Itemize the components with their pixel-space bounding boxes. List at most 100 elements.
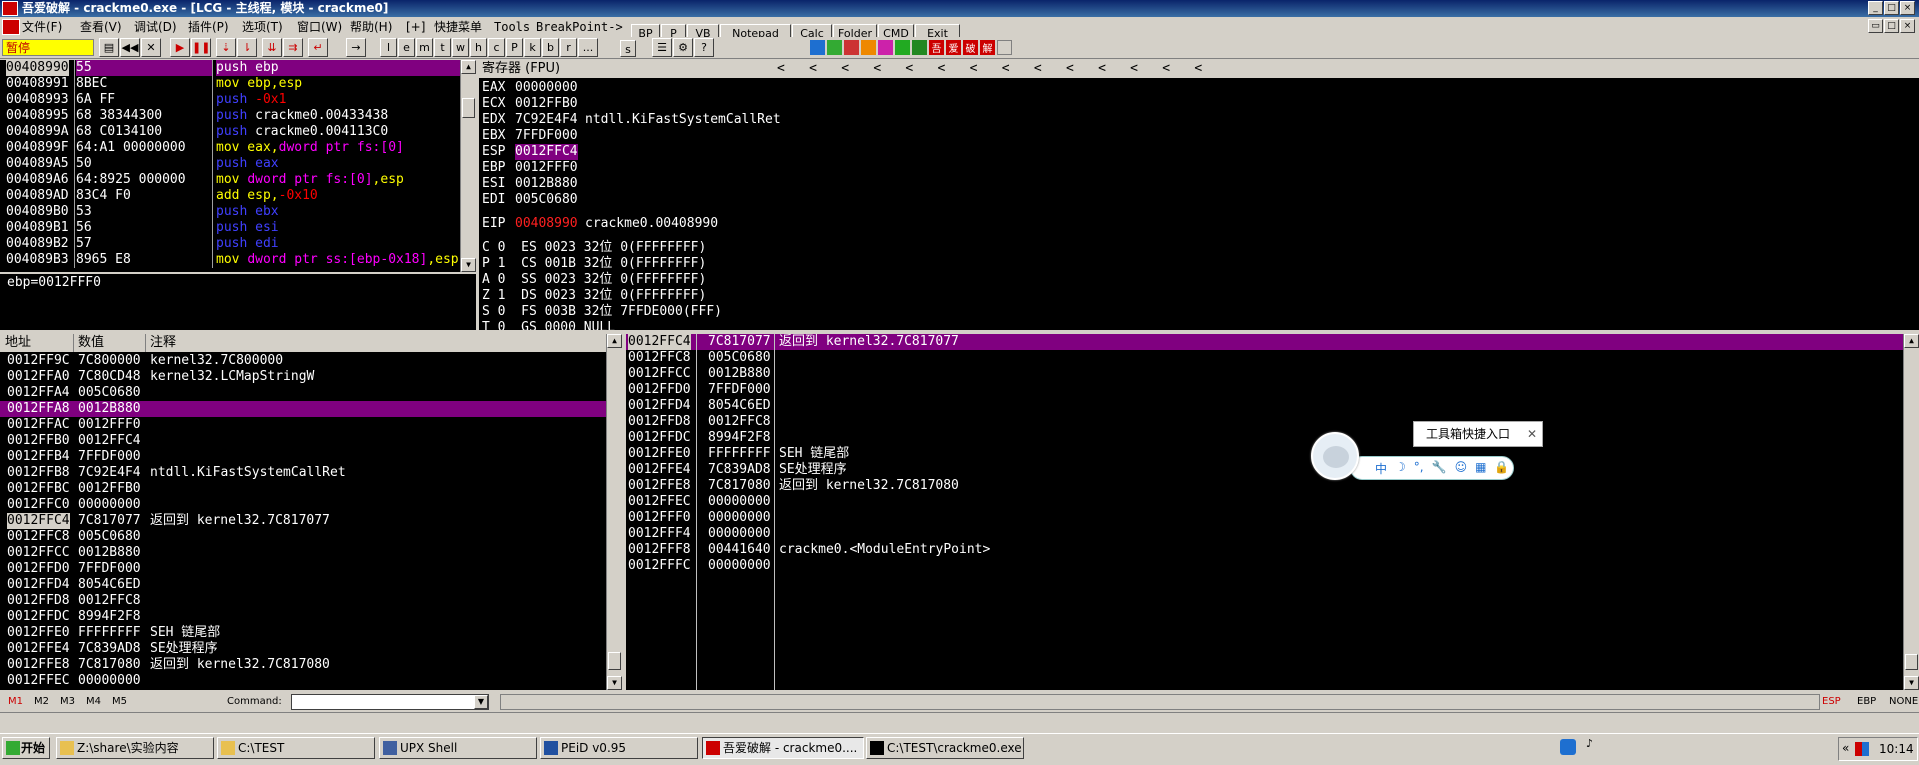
execute-till-return-icon[interactable]: ↵ (308, 38, 328, 57)
ime-wrench-icon[interactable]: 🔧 (1432, 460, 1447, 477)
settings-icon[interactable]: ⚙ (673, 38, 693, 57)
register-nav-arrows[interactable]: < < < < < < < < < < < < < < (777, 61, 1202, 77)
plugin-icon[interactable]: 解 (980, 40, 995, 55)
dump-row[interactable]: 0012FFC8 005C0680 (0, 529, 606, 545)
trace-over-icon[interactable]: ⇉ (283, 38, 303, 57)
stack-scrollbar[interactable]: ▲ ▼ (1903, 334, 1919, 690)
run-icon[interactable]: ▶ (170, 38, 190, 57)
cpu-button[interactable]: c (488, 38, 505, 57)
list-icon[interactable]: ☰ (652, 38, 672, 57)
dump-row[interactable]: 0012FFA4 005C0680 (0, 385, 606, 401)
plugin-icon[interactable] (878, 40, 893, 55)
stack-pane[interactable]: 0012FFC4 7C817077 返回到 kernel32.7C817077 001… (626, 334, 1903, 690)
trace-into-icon[interactable]: ⇊ (262, 38, 282, 57)
register-value[interactable]: 005C0680 (515, 192, 578, 208)
stack-row[interactable]: 0012FFD8 0012FFC8 (626, 414, 1903, 430)
start-button[interactable]: 开始 (2, 737, 50, 759)
registers-pane[interactable]: 寄存器 (FPU) < < < < < < < < < < < < < < EA… (479, 60, 1919, 330)
stack-row[interactable]: 0012FFCC 0012B880 (626, 366, 1903, 382)
menu-view[interactable]: 查看(V) (80, 17, 122, 37)
dump-row[interactable]: 0012FFB4 7FFDF000 (0, 449, 606, 465)
help-icon[interactable]: ? (694, 38, 714, 57)
register-value[interactable]: 7FFDF000 (515, 128, 578, 144)
stack-row[interactable]: 0012FFD4 8054C6ED (626, 398, 1903, 414)
menu-breakpoint[interactable]: BreakPoint-> (536, 17, 623, 37)
flag-row[interactable]: T 0 GS 0000 NULL (479, 320, 1919, 330)
run-trace-button[interactable]: ... (578, 38, 598, 57)
step-over-icon[interactable]: ⇂ (237, 38, 257, 57)
menu-file[interactable]: 文件(F) (22, 17, 62, 37)
register-value[interactable]: 0012FFF0 (515, 160, 578, 176)
ebp-reg-button[interactable]: EBP (1857, 692, 1876, 712)
m1-tab[interactable]: M1 (8, 692, 23, 712)
command-dropdown-icon[interactable]: ▼ (474, 695, 488, 709)
references-button[interactable]: r (560, 38, 577, 57)
esp-reg-button[interactable]: ESP (1822, 692, 1841, 712)
flag-row[interactable]: Z 1 DS 0023 32位 0(FFFFFFFF) (479, 288, 1919, 304)
stack-row[interactable]: 0012FFE4 7C839AD8 SE处理程序 (626, 462, 1903, 478)
minimize-button[interactable]: _ (1868, 1, 1883, 15)
goto-icon[interactable]: → (346, 38, 366, 57)
plugin-icon[interactable] (912, 40, 927, 55)
breakpoints-button[interactable]: b (542, 38, 559, 57)
scroll-down-arrow[interactable]: ▼ (461, 258, 476, 272)
call-stack-button[interactable]: k (524, 38, 541, 57)
task-console[interactable]: C:\TEST\crackme0.exe (866, 737, 1024, 759)
register-value[interactable]: 0012FFB0 (515, 96, 578, 112)
stack-row[interactable]: 0012FFC8 005C0680 (626, 350, 1903, 366)
register-value[interactable]: 00408990 (515, 216, 578, 232)
disasm-row[interactable]: 004089A5 50 push eax (0, 156, 476, 172)
dump-row[interactable]: 0012FFE0 FFFFFFFF SEH 链尾部 (0, 625, 606, 641)
tray-q-icon[interactable] (1560, 739, 1576, 755)
register-row[interactable]: ESI 0012B880 (479, 176, 1919, 192)
disasm-row[interactable]: 00408993 6A FF push -0x1 (0, 92, 476, 108)
stack-row[interactable]: 0012FFEC 00000000 (626, 494, 1903, 510)
disasm-row[interactable]: 0040899A 68 C0134100 push crackme0.004113C… (0, 124, 476, 140)
register-value[interactable]: 7C92E4F4 (515, 112, 578, 128)
child-restore-button[interactable]: ▭ (1868, 19, 1883, 33)
register-value[interactable]: 0012FFC4 (515, 144, 578, 160)
scroll-down-arrow[interactable]: ▼ (1904, 676, 1919, 690)
stack-row[interactable]: 0012FFF0 00000000 (626, 510, 1903, 526)
plugin-icon[interactable]: 破 (963, 40, 978, 55)
child-close-button[interactable]: × (1900, 19, 1915, 33)
stack-row[interactable]: 0012FFDC 8994F2F8 (626, 430, 1903, 446)
plugin-icon[interactable]: 吾 (929, 40, 944, 55)
task-peid[interactable]: PEiD v0.95 (540, 737, 698, 759)
rewind-icon[interactable]: ◀◀ (120, 38, 140, 57)
disassembly-scrollbar[interactable]: ▲ ▼ (460, 60, 476, 272)
close-button[interactable]: × (1900, 1, 1915, 15)
disasm-row[interactable]: 004089B2 57 push edi (0, 236, 476, 252)
dump-row[interactable]: 0012FFA0 7C80CD48 kernel32.LCMapStringW (0, 369, 606, 385)
register-row[interactable]: ESP 0012FFC4 (479, 144, 1919, 160)
scroll-down-arrow[interactable]: ▼ (607, 676, 622, 690)
ime-smile-icon[interactable]: ☺ (1455, 460, 1468, 477)
pause-icon[interactable]: ❚❚ (191, 38, 211, 57)
task-debugger[interactable]: 吾爱破解 - crackme0.... (702, 737, 864, 759)
register-value[interactable]: 0012B880 (515, 176, 578, 192)
window-title-bar[interactable]: 吾爱破解 - crackme0.exe - [LCG - 主线程, 模块 - c… (0, 0, 1919, 17)
tooltip-close-icon[interactable]: ✕ (1527, 422, 1537, 446)
open-icon[interactable]: ▤ (99, 38, 119, 57)
disasm-row[interactable]: 00408995 68 38344300 push crackme0.0043343… (0, 108, 476, 124)
task-upx-shell[interactable]: UPX Shell (379, 737, 537, 759)
disassembly-pane[interactable]: 00408990 55 push ebp 00408991 8BEC mov ebp,es… (0, 60, 476, 272)
register-value[interactable]: 00000000 (515, 80, 578, 96)
stack-row[interactable]: 0012FFF4 00000000 (626, 526, 1903, 542)
stack-row[interactable]: 0012FFE0 FFFFFFFF SEH 链尾部 (626, 446, 1903, 462)
menu-quick[interactable]: 快捷菜单 (434, 17, 482, 37)
register-row[interactable]: EAX 00000000 (479, 80, 1919, 96)
stack-row[interactable]: 0012FFD0 7FFDF000 (626, 382, 1903, 398)
menu-plus[interactable]: [+] (406, 17, 425, 37)
patches-button[interactable]: P (506, 38, 523, 57)
dump-row[interactable]: 0012FFB0 0012FFC4 (0, 433, 606, 449)
memory-button[interactable]: m (416, 38, 433, 57)
menu-window[interactable]: 窗口(W) (297, 17, 342, 37)
tray-expand-icon[interactable]: « (1842, 741, 1849, 755)
dump-row[interactable]: 0012FFBC 0012FFB0 (0, 481, 606, 497)
menu-help[interactable]: 帮助(H) (350, 17, 392, 37)
menu-plugins[interactable]: 插件(P) (188, 17, 229, 37)
close-file-icon[interactable]: ✕ (141, 38, 161, 57)
dump-row[interactable]: 0012FFD0 7FFDF000 (0, 561, 606, 577)
header-value[interactable]: 数值 (78, 335, 104, 351)
